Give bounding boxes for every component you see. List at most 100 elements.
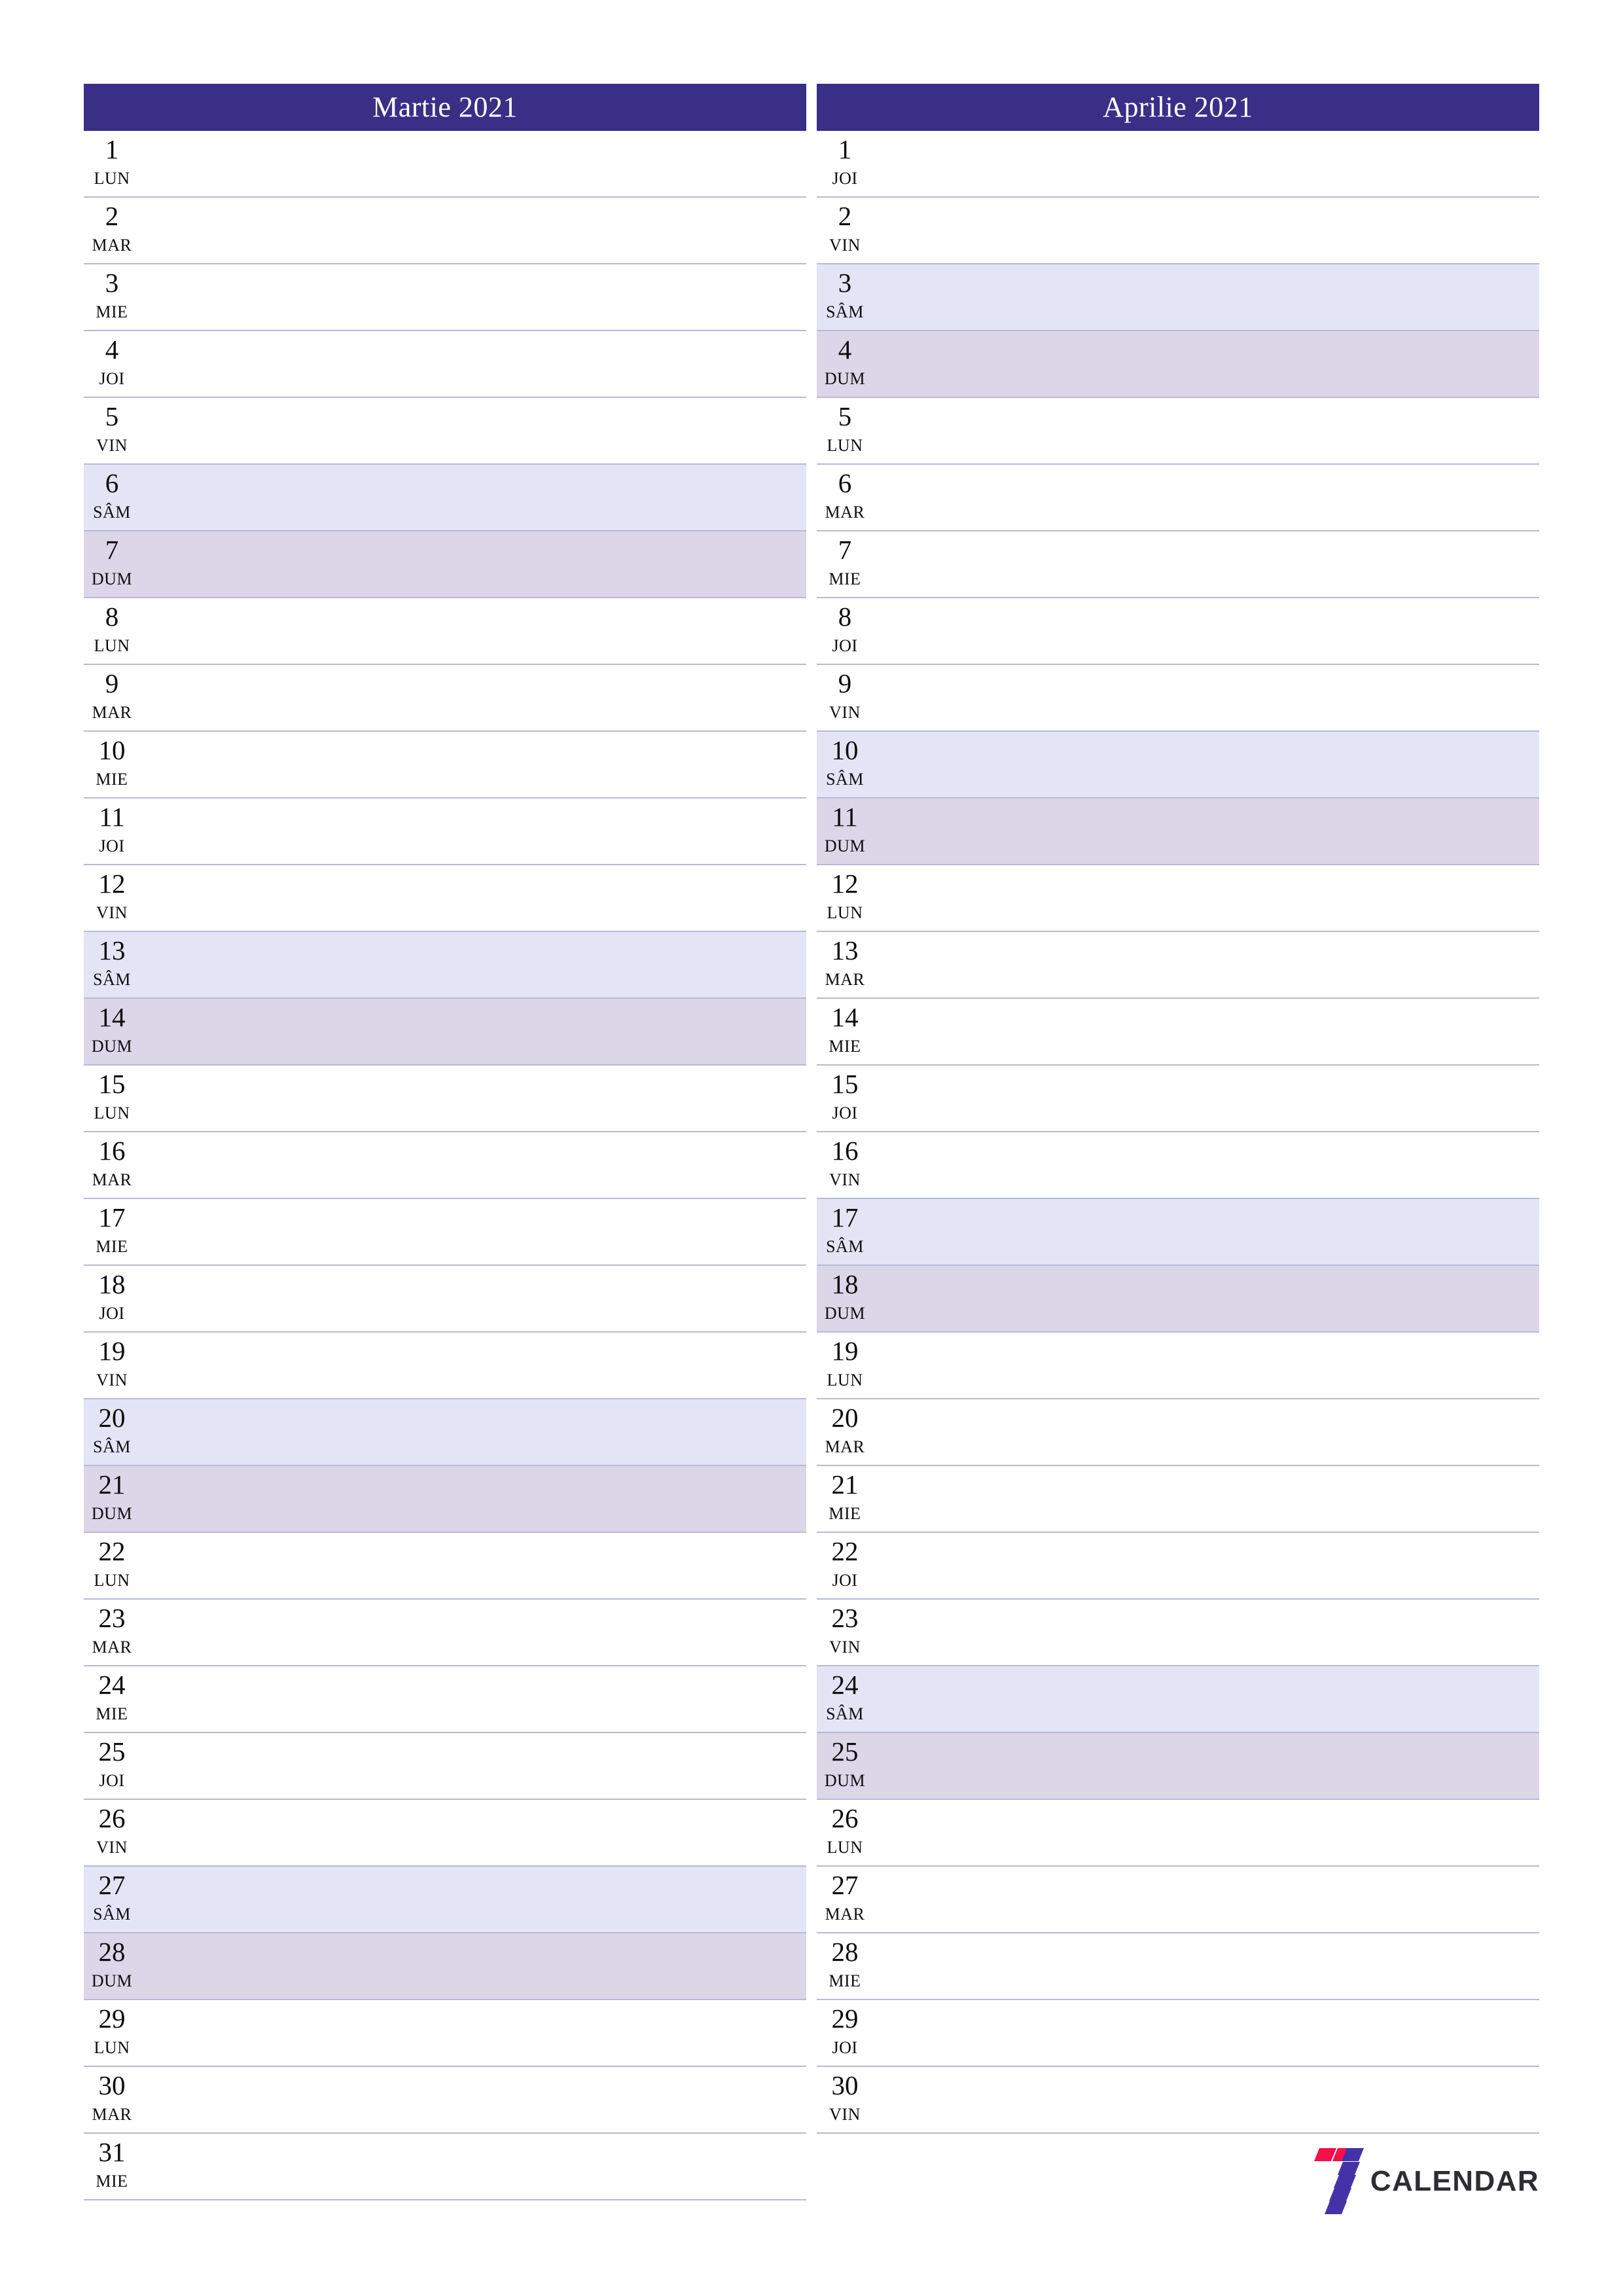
day-list-left: 1 LUN 2 MAR 3 MIE 4 JOI 5 VIN 6 SÂM 7 DUM 8 LUN 9 MAR 10 MI… [84,131,806,2200]
day-number: 9 [838,668,852,698]
day-row[interactable]: 23 MAR [84,1600,806,1666]
day-abbreviation: LUN [94,1571,130,1590]
day-row[interactable]: 9 MAR [84,665,806,732]
day-row[interactable]: 11 DUM [817,798,1539,865]
day-number: 15 [831,1069,859,1099]
day-number: 18 [831,1269,859,1299]
day-abbreviation: JOI [832,169,858,188]
day-row[interactable]: 22 JOI [817,1533,1539,1600]
day-row[interactable]: 10 MIE [84,732,806,798]
day-abbreviation: SÂM [826,302,864,321]
day-row[interactable]: 1 LUN [84,131,806,198]
day-abbreviation: VIN [96,1838,128,1857]
day-number: 25 [98,1736,126,1767]
day-row[interactable]: 23 VIN [817,1600,1539,1666]
day-row[interactable]: 21 DUM [84,1466,806,1533]
day-row[interactable]: 6 SÂM [84,465,806,531]
day-row[interactable]: 12 LUN [817,865,1539,932]
day-abbreviation: MAR [92,236,132,255]
day-row[interactable]: 8 JOI [817,598,1539,665]
day-number: 31 [98,2137,126,2167]
day-row[interactable]: 29 JOI [817,2000,1539,2067]
day-row[interactable]: 22 LUN [84,1533,806,1600]
day-abbreviation: MIE [96,1704,128,1723]
day-number: 6 [105,468,119,498]
day-row[interactable]: 7 MIE [817,531,1539,598]
day-row[interactable]: 19 LUN [817,1333,1539,1399]
day-row[interactable]: 5 LUN [817,398,1539,465]
day-row[interactable]: 30 MAR [84,2067,806,2134]
day-abbreviation: DUM [91,1971,133,1990]
day-abbreviation: MIE [96,770,128,789]
day-row[interactable]: 12 VIN [84,865,806,932]
day-row[interactable]: 11 JOI [84,798,806,865]
day-number: 15 [98,1069,126,1099]
day-abbreviation: DUM [91,1504,133,1523]
day-number: 10 [98,735,126,765]
day-number: 26 [98,1803,126,1833]
day-row[interactable]: 17 MIE [84,1199,806,1266]
day-row[interactable]: 9 VIN [817,665,1539,732]
day-row[interactable]: 25 DUM [817,1733,1539,1800]
day-row[interactable]: 8 LUN [84,598,806,665]
day-row[interactable]: 4 JOI [84,331,806,398]
day-abbreviation: MIE [96,1237,128,1256]
day-number: 22 [98,1536,126,1566]
day-abbreviation: MIE [96,302,128,321]
day-number: 23 [98,1603,126,1633]
day-number: 1 [838,134,852,164]
day-row[interactable]: 1 JOI [817,131,1539,198]
day-row[interactable]: 18 JOI [84,1266,806,1333]
day-number: 21 [98,1469,126,1499]
day-row[interactable]: 15 LUN [84,1066,806,1132]
day-row[interactable]: 20 SÂM [84,1399,806,1466]
day-number: 6 [838,468,852,498]
day-row[interactable]: 31 MIE [84,2134,806,2200]
day-row[interactable]: 15 JOI [817,1066,1539,1132]
day-row[interactable]: 18 DUM [817,1266,1539,1333]
day-number: 24 [98,1670,126,1700]
day-number: 13 [98,935,126,965]
day-row[interactable]: 2 MAR [84,198,806,264]
day-row[interactable]: 13 MAR [817,932,1539,999]
day-row[interactable]: 4 DUM [817,331,1539,398]
day-row[interactable]: 7 DUM [84,531,806,598]
day-row[interactable]: 16 VIN [817,1132,1539,1199]
day-number: 7 [105,535,119,565]
day-row[interactable]: 25 JOI [84,1733,806,1800]
day-row[interactable]: 24 MIE [84,1666,806,1733]
day-row[interactable]: 6 MAR [817,465,1539,531]
day-row[interactable]: 3 SÂM [817,264,1539,331]
day-row[interactable]: 19 VIN [84,1333,806,1399]
day-row[interactable]: 30 VIN [817,2067,1539,2134]
day-row[interactable]: 16 MAR [84,1132,806,1199]
day-row[interactable]: 3 MIE [84,264,806,331]
day-abbreviation: VIN [829,236,861,255]
day-row[interactable]: 20 MAR [817,1399,1539,1466]
day-row[interactable]: 28 DUM [84,1933,806,2000]
day-row[interactable]: 29 LUN [84,2000,806,2067]
day-row[interactable]: 21 MIE [817,1466,1539,1533]
day-row[interactable]: 28 MIE [817,1933,1539,2000]
day-row[interactable]: 27 SÂM [84,1867,806,1933]
day-number: 11 [99,802,125,832]
day-row[interactable]: 5 VIN [84,398,806,465]
day-row[interactable]: 27 MAR [817,1867,1539,1933]
day-row[interactable]: 26 VIN [84,1800,806,1867]
day-row[interactable]: 14 DUM [84,999,806,1066]
day-number: 24 [831,1670,859,1700]
day-row[interactable]: 10 SÂM [817,732,1539,798]
day-row[interactable]: 26 LUN [817,1800,1539,1867]
footer-zone: CALENDAR [817,2134,1539,2214]
day-row[interactable]: 17 SÂM [817,1199,1539,1266]
day-abbreviation: LUN [94,169,130,188]
day-row[interactable]: 14 MIE [817,999,1539,1066]
day-row[interactable]: 2 VIN [817,198,1539,264]
day-abbreviation: LUN [827,1838,863,1857]
day-number: 11 [832,802,858,832]
day-row[interactable]: 24 SÂM [817,1666,1539,1733]
day-row[interactable]: 13 SÂM [84,932,806,999]
day-abbreviation: MIE [829,1971,861,1990]
day-number: 29 [98,2003,126,2034]
day-number: 30 [98,2070,126,2100]
